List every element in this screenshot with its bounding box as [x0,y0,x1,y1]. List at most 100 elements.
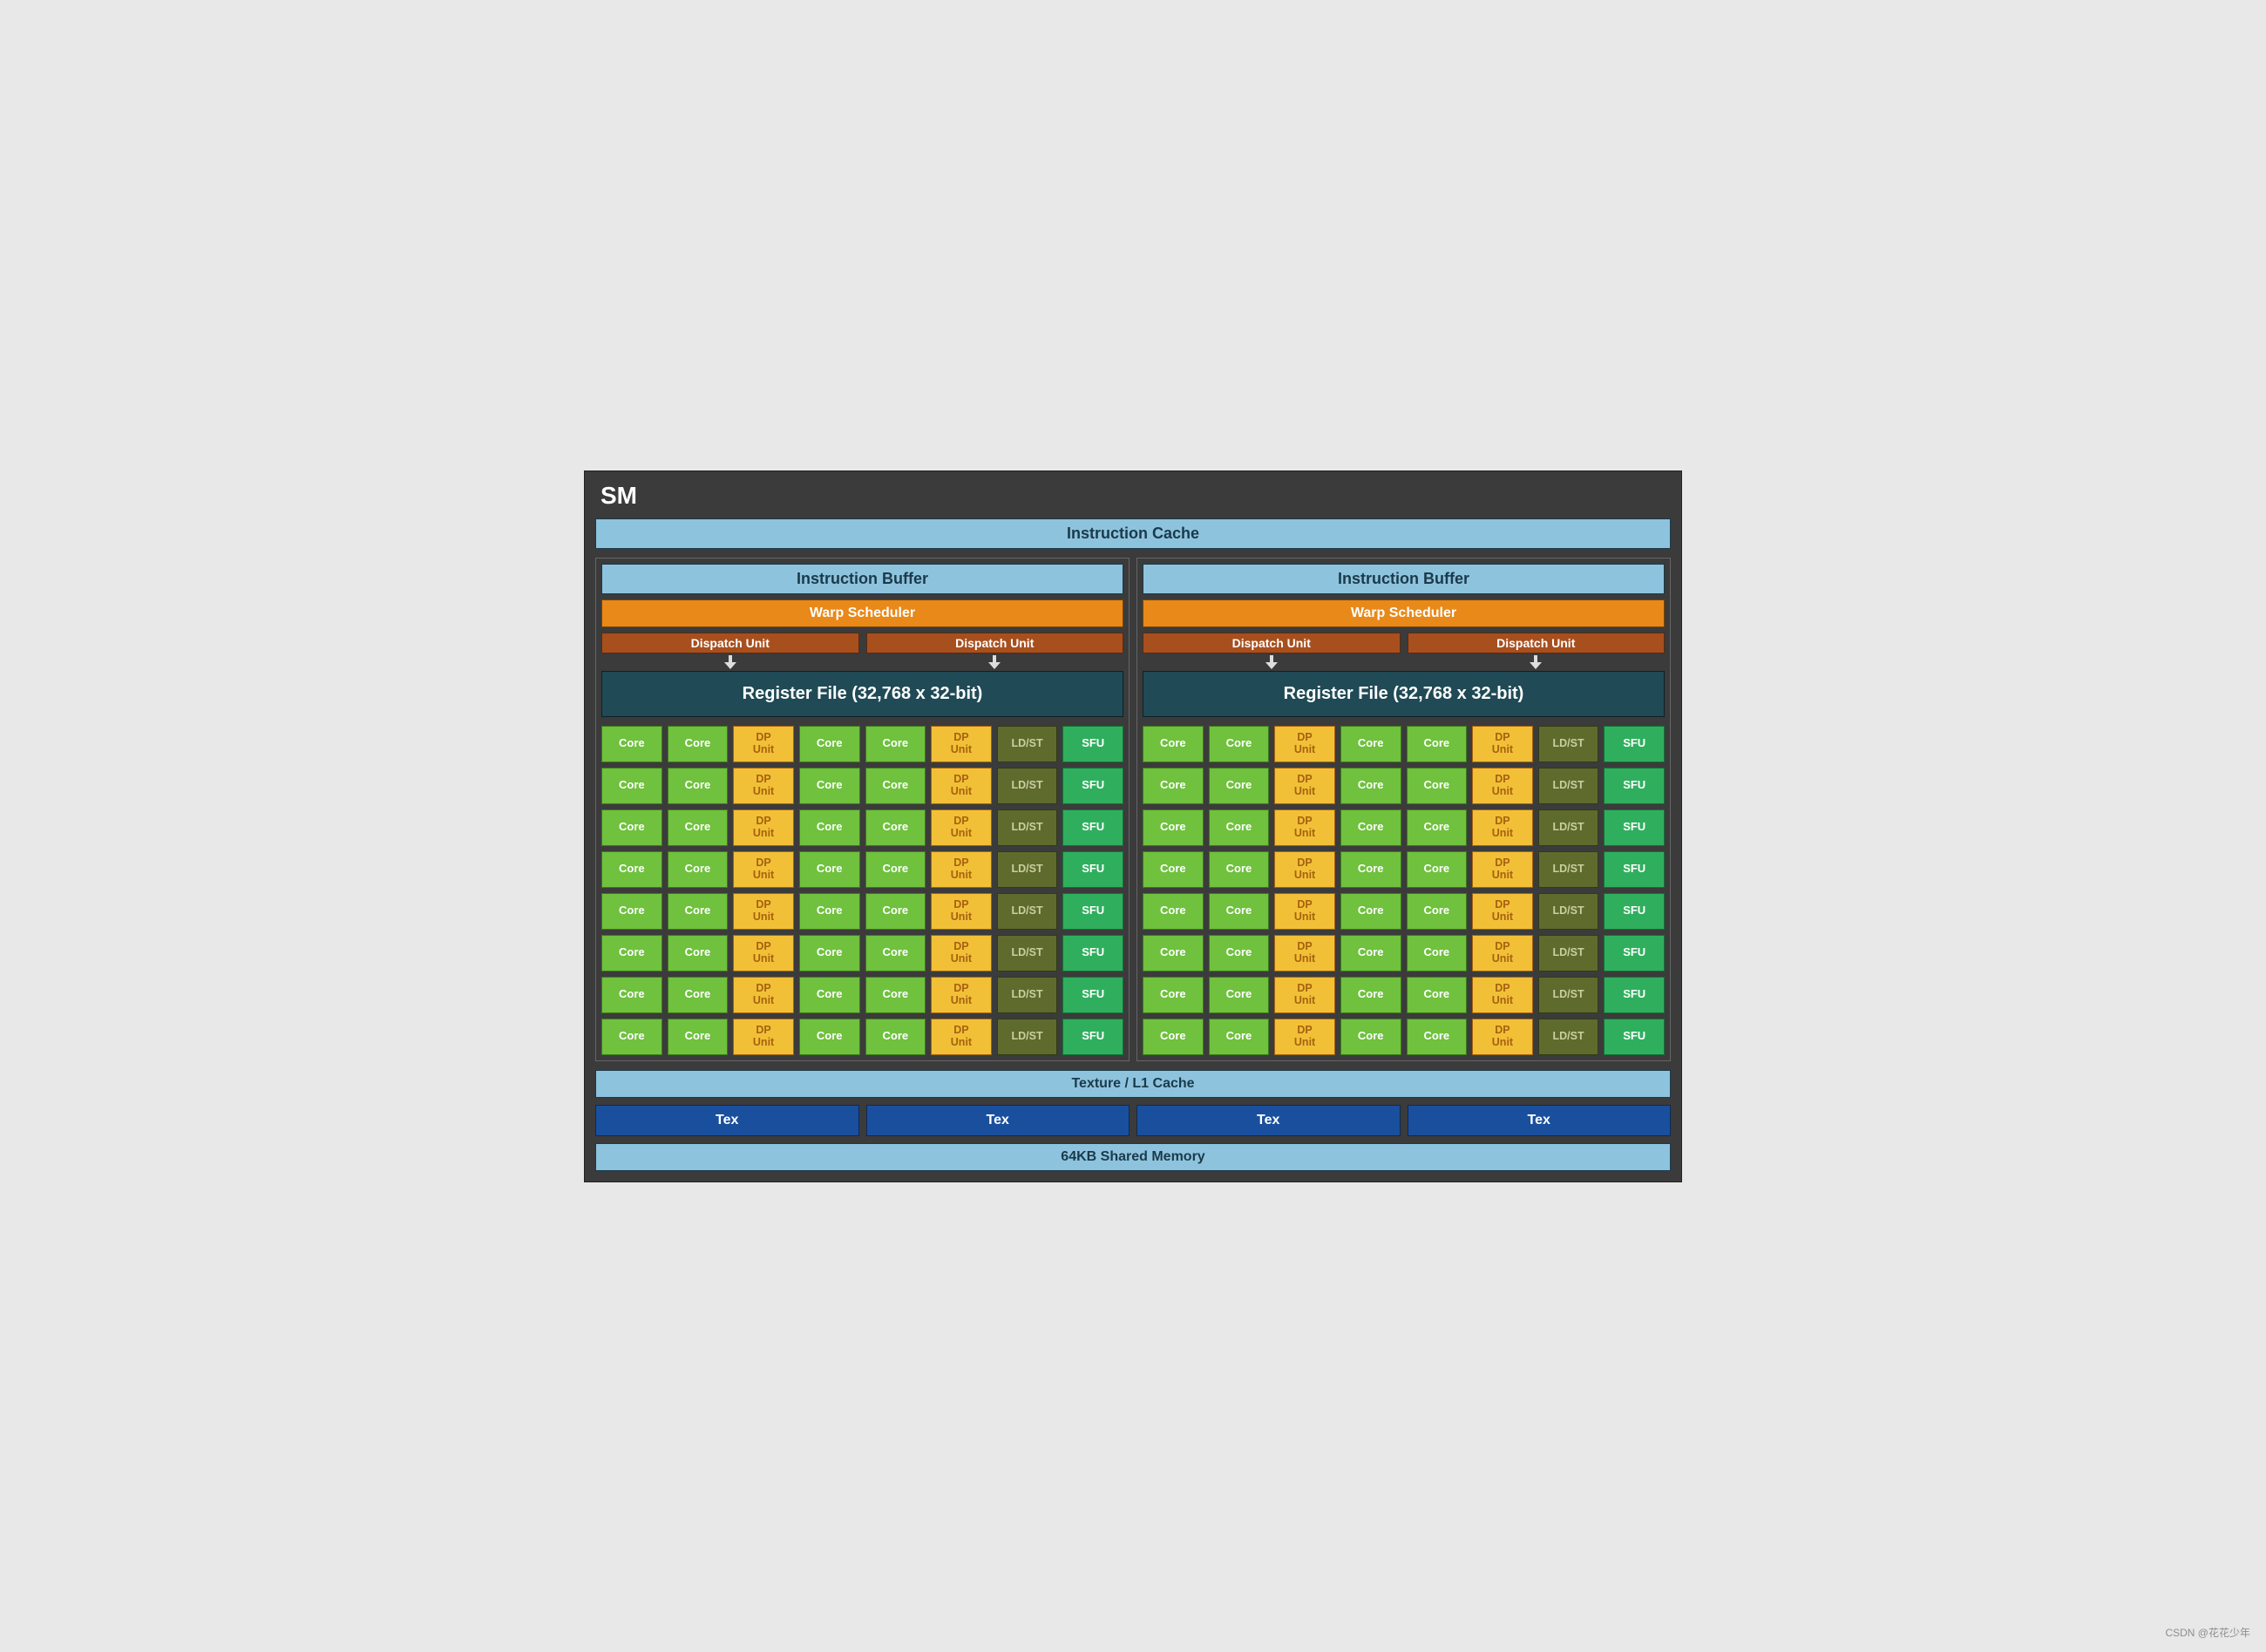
processing-halves: Instruction Buffer Warp Scheduler Dispatch… [595,558,1671,1061]
execution-unit-grid: CoreCoreDP UnitCoreCoreDP UnitLD/STSFUCo… [1143,726,1665,1055]
cuda-core: Core [1209,726,1270,762]
dispatch-unit: Dispatch Unit [1143,633,1401,653]
arrow-down-icon [723,655,738,669]
dp-unit: DP Unit [1472,935,1533,972]
ldst-unit: LD/ST [1538,1019,1599,1055]
dispatch-row: Dispatch Unit Dispatch Unit [1143,633,1665,671]
cuda-core: Core [865,977,926,1013]
dp-unit: DP Unit [1274,1019,1335,1055]
cuda-core: Core [1143,851,1204,888]
cuda-core: Core [1340,851,1401,888]
tex-row: TexTexTexTex [595,1105,1671,1136]
texture-l1-cache: Texture / L1 Cache [595,1070,1671,1098]
ldst-unit: LD/ST [1538,726,1599,762]
cuda-core: Core [1407,726,1468,762]
dp-unit: DP Unit [733,768,794,804]
sfu-unit: SFU [1062,893,1123,930]
sfu-unit: SFU [1062,809,1123,846]
sm-title: SM [595,478,1671,518]
cuda-core: Core [668,851,729,888]
sfu-unit: SFU [1062,935,1123,972]
cuda-core: Core [1143,935,1204,972]
sfu-unit: SFU [1062,768,1123,804]
dp-unit: DP Unit [931,768,992,804]
watermark: CSDN @花花少年 [2165,1625,2250,1640]
cuda-core: Core [1340,726,1401,762]
cuda-core: Core [1143,809,1204,846]
cuda-core: Core [1143,893,1204,930]
register-file: Register File (32,768 x 32-bit) [1143,671,1665,717]
cuda-core: Core [865,809,926,846]
arrow-down-icon [1264,655,1279,669]
ldst-unit: LD/ST [997,809,1058,846]
ldst-unit: LD/ST [1538,977,1599,1013]
dispatch-column: Dispatch Unit [1408,633,1666,671]
cuda-core: Core [865,851,926,888]
instruction-buffer: Instruction Buffer [601,564,1123,594]
cuda-core: Core [1340,935,1401,972]
sfu-unit: SFU [1604,851,1665,888]
ldst-unit: LD/ST [1538,893,1599,930]
processing-block: Instruction BufferWarp SchedulerDispatch… [595,558,1130,1061]
register-file: Register File (32,768 x 32-bit) [601,671,1123,717]
sfu-unit: SFU [1062,977,1123,1013]
dp-unit: DP Unit [1274,768,1335,804]
cuda-core: Core [601,935,662,972]
cuda-core: Core [601,851,662,888]
dp-unit: DP Unit [1274,726,1335,762]
dp-unit: DP Unit [1472,809,1533,846]
dp-unit: DP Unit [931,935,992,972]
dispatch-column: Dispatch Unit [866,633,1124,671]
cuda-core: Core [1407,809,1468,846]
ldst-unit: LD/ST [997,893,1058,930]
sfu-unit: SFU [1062,1019,1123,1055]
cuda-core: Core [1407,851,1468,888]
cuda-core: Core [865,726,926,762]
dispatch-unit: Dispatch Unit [1408,633,1666,653]
sfu-unit: SFU [1604,768,1665,804]
cuda-core: Core [865,1019,926,1055]
dp-unit: DP Unit [931,809,992,846]
cuda-core: Core [668,935,729,972]
cuda-core: Core [668,977,729,1013]
dp-unit: DP Unit [1274,977,1335,1013]
cuda-core: Core [601,809,662,846]
tex-unit: Tex [1408,1105,1672,1136]
cuda-core: Core [1209,851,1270,888]
dp-unit: DP Unit [733,935,794,972]
cuda-core: Core [799,977,860,1013]
cuda-core: Core [799,768,860,804]
dispatch-unit: Dispatch Unit [601,633,859,653]
cuda-core: Core [601,893,662,930]
cuda-core: Core [1143,977,1204,1013]
cuda-core: Core [1340,768,1401,804]
dp-unit: DP Unit [1472,726,1533,762]
dp-unit: DP Unit [1472,768,1533,804]
cuda-core: Core [1209,893,1270,930]
dp-unit: DP Unit [1274,893,1335,930]
sm-block: SM Instruction Cache Instruction BufferW… [584,471,1682,1182]
dp-unit: DP Unit [733,977,794,1013]
cuda-core: Core [1340,893,1401,930]
tex-unit: Tex [866,1105,1130,1136]
warp-scheduler: Warp Scheduler [1143,599,1665,627]
sfu-unit: SFU [1604,977,1665,1013]
sfu-unit: SFU [1604,726,1665,762]
ldst-unit: LD/ST [1538,935,1599,972]
dp-unit: DP Unit [931,893,992,930]
cuda-core: Core [1209,977,1270,1013]
processing-block: Instruction BufferWarp SchedulerDispatch… [1136,558,1671,1061]
cuda-core: Core [1407,977,1468,1013]
cuda-core: Core [1407,1019,1468,1055]
cuda-core: Core [601,1019,662,1055]
cuda-core: Core [799,893,860,930]
cuda-core: Core [799,809,860,846]
cuda-core: Core [668,1019,729,1055]
tex-unit: Tex [595,1105,859,1136]
cuda-core: Core [1340,977,1401,1013]
cuda-core: Core [1407,768,1468,804]
dp-unit: DP Unit [1472,851,1533,888]
arrow-down-icon [987,655,1002,669]
cuda-core: Core [865,935,926,972]
cuda-core: Core [799,1019,860,1055]
